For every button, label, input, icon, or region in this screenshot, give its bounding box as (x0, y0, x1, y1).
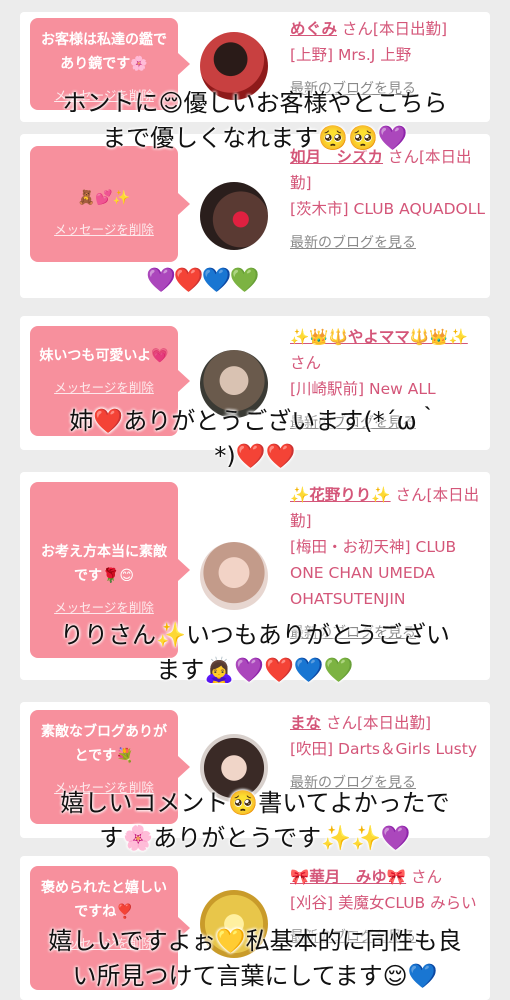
delete-message-link[interactable]: メッセージを削除 (38, 596, 170, 620)
message-text: 素敵なブログありがとです💐 (41, 724, 167, 764)
profile-info: 如月 シズカ さん[本日出勤] [茨木市] CLUB AQUADOLL 最新のブ… (290, 144, 486, 256)
overlay-comment: りりさん✨いつもありがとうござい ます🙇‍♀️💜❤️💙💚 (60, 621, 450, 684)
attendance-status: さん[本日出勤] (325, 714, 432, 732)
latest-blog-link[interactable]: 最新のブログを見る (290, 230, 486, 256)
message-bubble: 🧸💕✨ メッセージを削除 (30, 146, 190, 262)
delete-message-link[interactable]: メッセージを削除 (38, 218, 170, 242)
message-card: 🧸💕✨ メッセージを削除 如月 シズカ さん[本日出勤] [茨木市] CLUB … (20, 134, 490, 298)
attendance-status: さん[本日出勤] (341, 20, 448, 38)
shop-name: [吹田] Darts＆Girls Lusty (290, 740, 477, 758)
message-text: 🧸💕✨ (77, 190, 131, 206)
message-list: お客様は私達の鑑であり鏡です🌸 メッセージを削除 めぐみ さん[本日出勤] [上… (0, 0, 510, 1000)
overlay-comment: 姉❤️ありがとうございます(*´ω｀ *)❤️❤️ (69, 407, 441, 470)
shop-name: [梅田・お初天神] CLUB ONE CHAN UMEDA OHATSUTENJ… (290, 538, 457, 608)
profile-name-link[interactable]: 🎀華月 みゆ🎀 (290, 868, 406, 886)
profile-name-link[interactable]: めぐみ (290, 20, 337, 38)
overlay-comment: ホントに😌優しいお客様やとこちら まで優しくなれます🥺🥺💜 (62, 89, 448, 152)
profile-info: まな さん[本日出勤] [吹田] Darts＆Girls Lusty 最新のブロ… (290, 710, 486, 796)
overlay-comment: 嬉しいですよぉ💛私基本的に同性も良 い所見つけて言葉にしてます😌💙 (48, 927, 462, 990)
message-text: お考え方本当に素敵です🌹😊 (41, 544, 167, 584)
shop-name: [川崎駅前] New ALL (290, 380, 436, 398)
shop-name: [上野] Mrs.J 上野 (290, 46, 412, 64)
overlay-comment: 嬉しいコメント🥺書いてよかったで す🌸ありがとうです✨✨💜 (60, 789, 450, 852)
avatar[interactable] (200, 182, 268, 250)
avatar[interactable] (200, 542, 268, 610)
delete-message-link[interactable]: メッセージを削除 (38, 376, 170, 400)
reaction-hearts: 💜❤️💙💚 (146, 266, 260, 294)
shop-name: [茨木市] CLUB AQUADOLL (290, 200, 485, 218)
shop-name: [刈谷] 美魔女CLUB みらい (290, 894, 477, 912)
message-text: お客様は私達の鑑であり鏡です🌸 (41, 32, 167, 72)
profile-name-link[interactable]: まな (290, 714, 321, 732)
message-text: 妹いつも可愛いよ💗 (39, 348, 169, 364)
profile-name-link[interactable]: ✨👑🔱やよママ🔱👑✨ (290, 328, 468, 346)
attendance-status: さん (290, 354, 322, 372)
message-text: 褒められたと嬉しいですね❣️ (41, 880, 167, 920)
profile-name-link[interactable]: ✨花野りり✨ (290, 486, 391, 504)
attendance-status: さん (411, 868, 443, 886)
